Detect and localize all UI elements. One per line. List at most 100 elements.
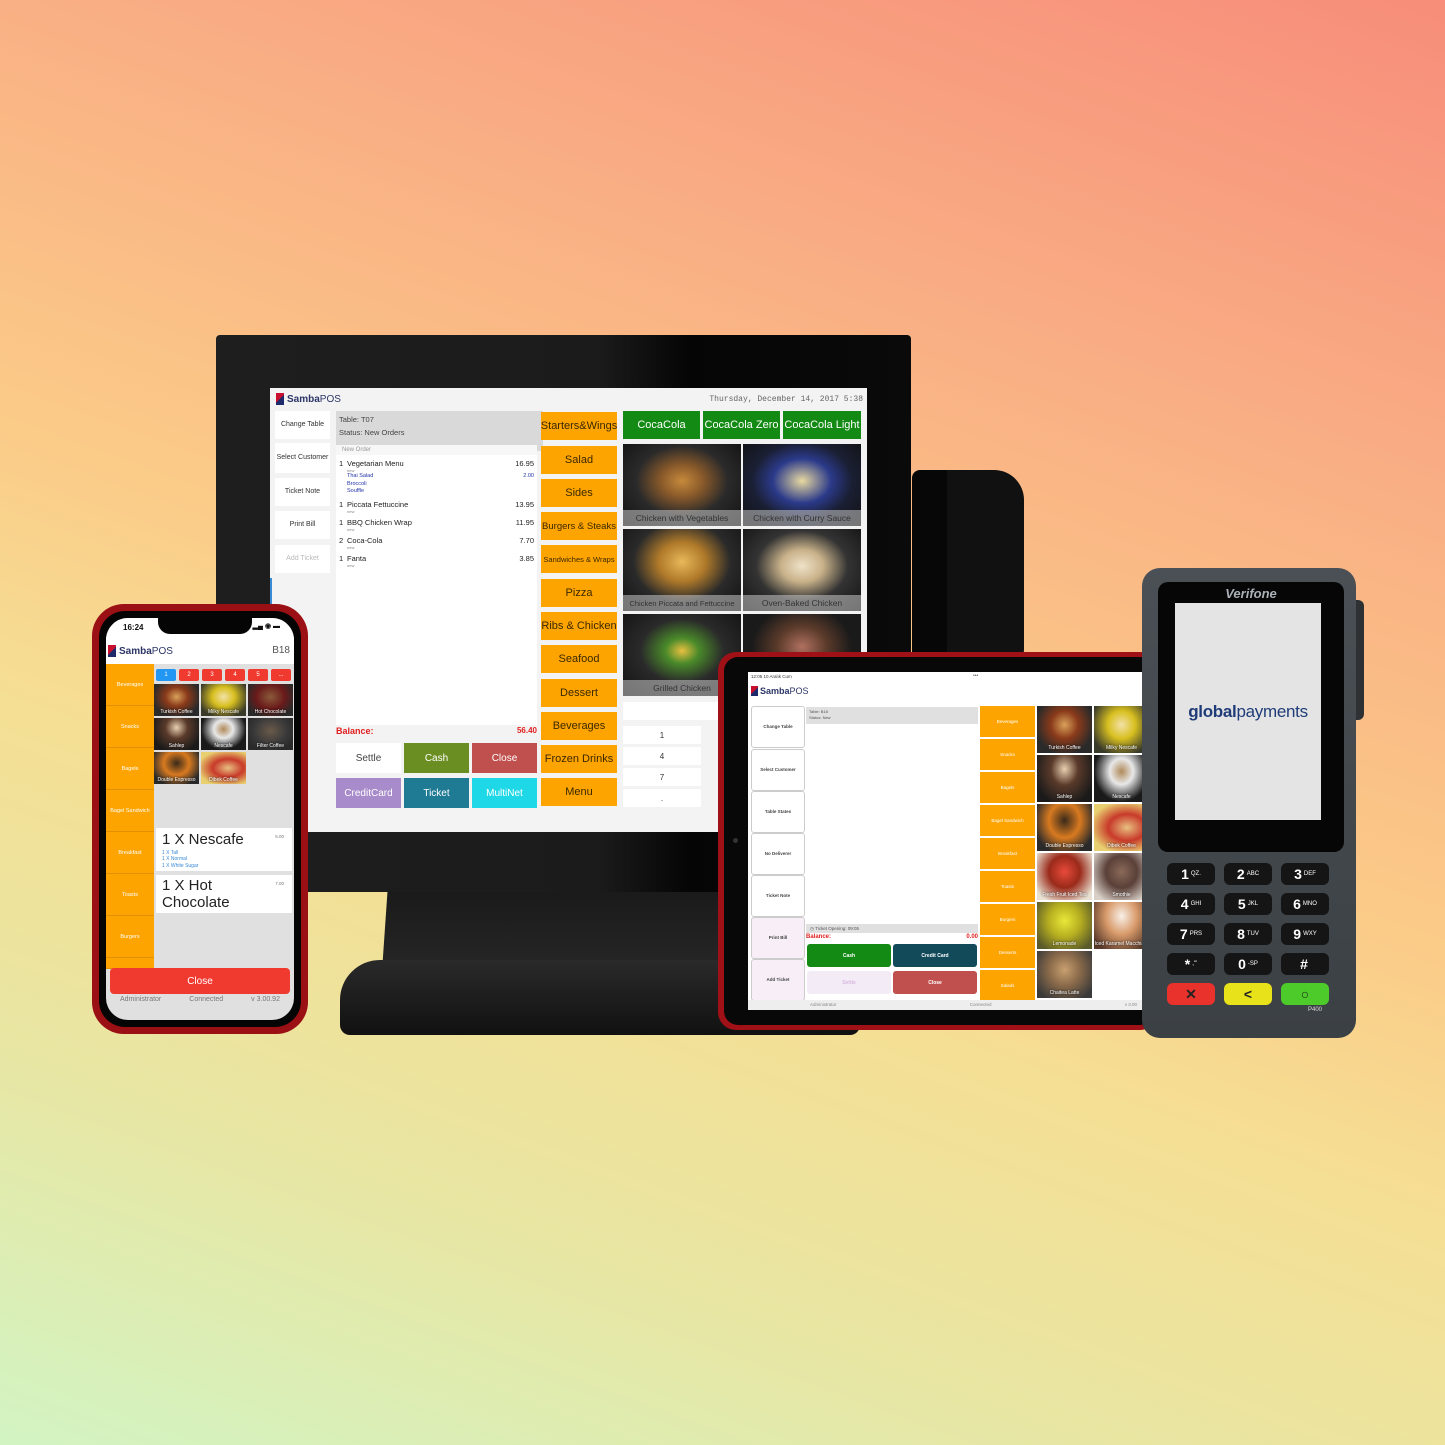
keypad-key-4[interactable]: 4 GHI [1167,893,1215,915]
tablet-category-burgers[interactable]: Burgers [980,904,1035,935]
tablet-category-snacks[interactable]: Snacks [980,739,1035,770]
tablet-print-bill-button[interactable]: Print Bill [751,917,805,959]
select-customer-button[interactable]: Select Customer [275,443,330,473]
ticket-tab-more[interactable]: ... [271,669,291,681]
enter-key[interactable]: ○ [1281,983,1329,1005]
product-chicken-piccata[interactable]: Chicken Piccata and Fettuccine [623,529,741,611]
tablet-no-deliverer-button[interactable]: No Deliverer [751,833,805,875]
product-oven-baked-chicken[interactable]: Oven-Baked Chicken [743,529,861,611]
print-bill-button[interactable]: Print Bill [275,511,330,539]
product-nescafe[interactable]: Nescafe [201,718,246,750]
product-chicken-curry[interactable]: Chicken with Curry Sauce [743,444,861,526]
phone-category-snacks[interactable]: Snacks [106,706,154,748]
tablet-category-bagel-sandwich[interactable]: Bagel Sandwich [980,805,1035,836]
tablet-change-table-button[interactable]: Change Table [751,706,805,748]
ticket-tab-2[interactable]: 2 [179,669,199,681]
order-row[interactable]: 1 BBQ Chicken Wrap 11.95 [336,518,537,527]
settle-button[interactable]: Settle [336,743,401,773]
tablet-product-fresh-fruit-iced-tea[interactable]: Fresh Fruit Iced Tea [1037,853,1092,900]
product-chicken-vegetables[interactable]: Chicken with Vegetables [623,444,741,526]
numpad-key-7[interactable]: 7 [623,768,701,786]
keypad-key-5[interactable]: 5 JKL [1224,893,1272,915]
tablet-close-button[interactable]: Close [893,971,977,994]
product-sahlep[interactable]: Sahlep [154,718,199,750]
tablet-product-dibek-coffee[interactable]: Dibek Coffee [1094,804,1143,851]
tablet-category-desserts[interactable]: Desserts [980,937,1035,968]
category-beverages[interactable]: Beverages [541,712,617,740]
ticket-payment-button[interactable]: Ticket [404,778,469,808]
tablet-category-toasts[interactable]: Toasts [980,871,1035,902]
category-frozen-drinks[interactable]: Frozen Drinks [541,745,617,773]
phone-category-toasts[interactable]: Toasts [106,874,154,916]
tablet-category-salads[interactable]: Salads [980,970,1035,1001]
category-sides[interactable]: Sides [541,479,617,507]
tablet-select-customer-button[interactable]: Select Customer [751,749,805,791]
tablet-category-bagels[interactable]: Bagels [980,772,1035,803]
close-button[interactable]: Close [472,743,537,773]
tablet-product-turkish-coffee[interactable]: Turkish Coffee [1037,706,1092,753]
cash-button[interactable]: Cash [404,743,469,773]
numpad-key-4[interactable]: 4 [623,747,701,765]
product-cocacola-light[interactable]: CocaCola Light [783,411,861,439]
category-seafood[interactable]: Seafood [541,645,617,673]
phone-category-burgers[interactable]: Burgers [106,916,154,958]
product-turkish-coffee[interactable]: Turkish Coffee [154,684,199,716]
tablet-product-sahlep[interactable]: Sahlep [1037,755,1092,802]
tablet-product-milky-nescafe[interactable]: Milky Nescafe [1094,706,1143,753]
numpad-key-1[interactable]: 1 [623,726,701,744]
category-pizza[interactable]: Pizza [541,579,617,607]
order-row[interactable]: 1 Vegetarian Menu 16.95 [336,459,537,468]
tablet-credit-card-button[interactable]: Credit Card [893,944,977,967]
product-cocacola[interactable]: CocaCola [623,411,700,439]
phone-close-button[interactable]: Close [110,968,290,994]
tablet-category-beverages[interactable]: Beverages [980,706,1035,737]
category-starters-wings[interactable]: Starters&Wings [541,412,617,440]
ticket-note-button[interactable]: Ticket Note [275,478,330,506]
order-row[interactable]: 1 Fanta 3.85 [336,554,537,563]
tablet-add-ticket-button[interactable]: Add Ticket [751,959,805,1001]
keypad-key-6[interactable]: 6 MNO [1281,893,1329,915]
phone-order-item[interactable]: 1 X Nescafe 5.00 1 X Tall 1 X Normal 1 X… [156,828,292,871]
category-sandwiches-wraps[interactable]: Sandwiches & Wraps [541,545,617,573]
keypad-key-star[interactable]: * ,'" [1167,953,1215,975]
product-hot-chocolate[interactable]: Hot Chocolate [248,684,293,716]
keypad-key-2[interactable]: 2 ABC [1224,863,1272,885]
backspace-key[interactable]: < [1224,983,1272,1005]
tablet-settle-button[interactable]: Settle [807,971,891,994]
tablet-category-breakfast[interactable]: Breakfast [980,838,1035,869]
ticket-tab-4[interactable]: 4 [225,669,245,681]
keypad-key-3[interactable]: 3 DEF [1281,863,1329,885]
tablet-product-iced-karamel-macchiato[interactable]: Iced Karamel Macchiato [1094,902,1143,949]
category-dessert[interactable]: Dessert [541,679,617,707]
phone-order-item[interactable]: 1 X Hot Chocolate 7.00 [156,875,292,913]
tablet-product-lemonade[interactable]: Lemonade [1037,902,1092,949]
product-filter-coffee[interactable]: Filter Coffee [248,718,293,750]
category-menu[interactable]: Menu [541,778,617,806]
keypad-key-8[interactable]: 8 TUV [1224,923,1272,945]
ticket-tab-3[interactable]: 3 [202,669,222,681]
numpad-key-dot[interactable]: . [623,789,701,807]
ticket-tab-1[interactable]: 1 [156,669,176,681]
tablet-product-smothie[interactable]: Smothie [1094,853,1143,900]
tablet-product-double-espresso[interactable]: Double Espresso [1037,804,1092,851]
tablet-ticket-note-button[interactable]: Ticket Note [751,875,805,917]
keypad-key-hash[interactable]: # [1281,953,1329,975]
multinet-button[interactable]: MultiNet [472,778,537,808]
phone-category-bagels[interactable]: Bagels [106,748,154,790]
terminal-screen[interactable]: globalpayments [1175,603,1321,820]
tablet-product-nescafe[interactable]: Nescafe [1094,755,1143,802]
credit-card-button[interactable]: CreditCard [336,778,401,808]
category-ribs-chicken[interactable]: Ribs & Chicken [541,612,617,640]
ticket-tab-5[interactable]: 5 [248,669,268,681]
product-milky-nescafe[interactable]: Milky Nescafe [201,684,246,716]
product-dibek-coffee[interactable]: Dibek Coffee [201,752,246,784]
keypad-key-0[interactable]: 0 -SP [1224,953,1272,975]
tablet-cash-button[interactable]: Cash [807,944,891,967]
phone-category-beverages[interactable]: Beverages [106,664,154,706]
category-salad[interactable]: Salad [541,446,617,474]
keypad-key-1[interactable]: 1 QZ. [1167,863,1215,885]
tablet-product-chaitea-latte[interactable]: Chaitea Latte [1037,951,1092,998]
category-burgers-steaks[interactable]: Burgers & Steaks [541,512,617,540]
tablet-table-states-button[interactable]: Table States [751,791,805,833]
product-double-espresso[interactable]: Double Espresso [154,752,199,784]
